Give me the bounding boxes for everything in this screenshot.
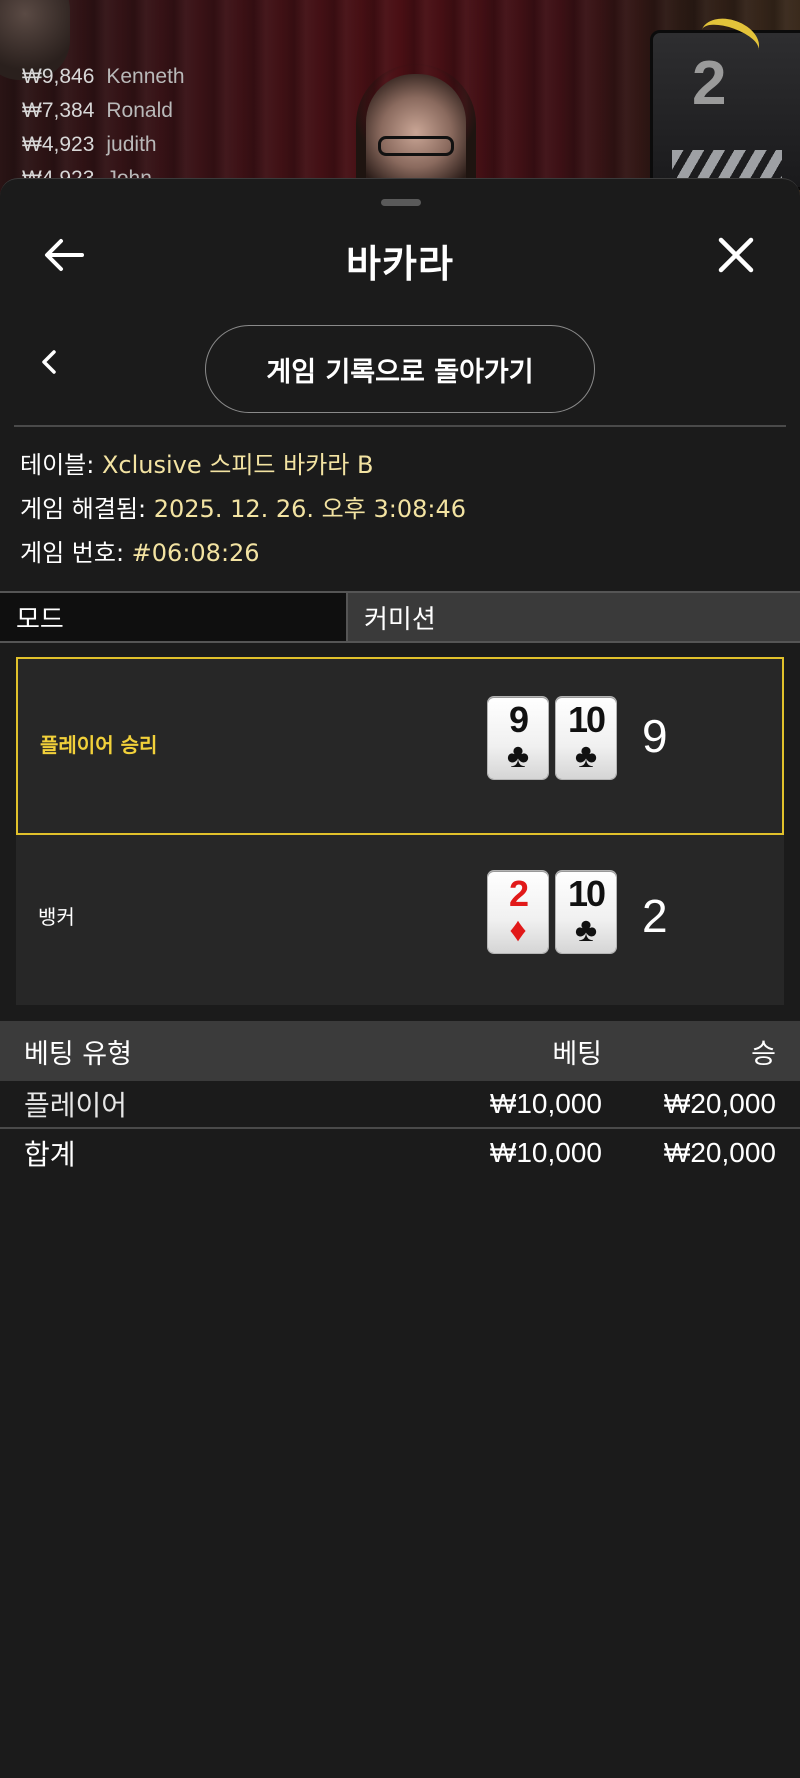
dealer-glasses xyxy=(378,136,454,156)
table-row: 플레이어 ₩10,000 ₩20,000 xyxy=(0,1081,800,1129)
back-to-history-button[interactable]: 게임 기록으로 돌아가기 xyxy=(205,325,595,413)
table-value: Xclusive 스피드 바카라 B xyxy=(101,451,374,479)
winner-row: ₩9,846 Kenneth xyxy=(22,60,185,94)
player-result-label: 플레이어 승리 xyxy=(40,733,158,757)
banker-result: 뱅커 2 ♦ 10 ♣ 2 xyxy=(16,835,784,1005)
mode-row: 모드 커미션 xyxy=(0,591,800,643)
screen-number: 2 xyxy=(692,49,727,118)
total-row: 합계 ₩10,000 ₩20,000 xyxy=(0,1129,800,1177)
winner-amount: ₩7,384 xyxy=(22,99,95,122)
resolved-label: 게임 해결됨: xyxy=(20,495,154,523)
close-button[interactable] xyxy=(706,225,766,285)
player-cards: 9 ♣ 10 ♣ xyxy=(488,697,616,779)
playing-card: 9 ♣ xyxy=(488,697,548,779)
drag-handle[interactable] xyxy=(381,199,421,206)
column-header-win: 승 xyxy=(751,1038,776,1070)
column-header-bet-type: 베팅 유형 xyxy=(24,1038,132,1070)
winners-list: ₩9,846 Kenneth ₩7,384 Ronald ₩4,923 judi… xyxy=(22,60,185,196)
club-icon: ♣ xyxy=(574,737,598,775)
diamond-icon: ♦ xyxy=(509,911,527,949)
resolved-value: 2025. 12. 26. 오후 3:08:46 xyxy=(153,495,466,523)
total-win: ₩20,000 xyxy=(663,1137,776,1168)
previous-button[interactable] xyxy=(26,339,72,385)
playing-card: 10 ♣ xyxy=(556,871,616,953)
winner-name: Ronald xyxy=(106,99,173,122)
banker-score: 2 xyxy=(642,890,668,942)
playing-card: 10 ♣ xyxy=(556,697,616,779)
table-label: 테이블: xyxy=(20,451,102,479)
bet-amount: ₩10,000 xyxy=(489,1088,602,1119)
page-title: 바카라 xyxy=(346,242,454,286)
screen-stripes xyxy=(672,150,782,180)
table-header: 베팅 유형 베팅 승 xyxy=(0,1021,800,1081)
game-detail-panel: 바카라 게임 기록으로 돌아가기 테이블: Xclusive 스피드 바카라 B… xyxy=(0,178,800,1778)
winner-name: judith xyxy=(106,133,157,156)
banker-cards: 2 ♦ 10 ♣ xyxy=(488,871,616,953)
total-label: 합계 xyxy=(24,1138,76,1171)
winner-row: ₩4,923 judith xyxy=(22,128,185,162)
card-rank: 9 xyxy=(508,699,529,740)
winner-amount: ₩9,846 xyxy=(22,65,95,88)
win-amount: ₩20,000 xyxy=(663,1088,776,1119)
winner-name: Kenneth xyxy=(106,65,185,88)
game-info: 테이블: Xclusive 스피드 바카라 B 게임 해결됨: 2025. 12… xyxy=(20,443,466,575)
game-number-info: 게임 번호: #06:08:26 xyxy=(20,531,466,575)
bets-table: 베팅 유형 베팅 승 플레이어 ₩10,000 ₩20,000 합계 ₩10,0… xyxy=(0,1021,800,1177)
mode-value: 커미션 xyxy=(348,593,800,641)
game-number-value: #06:08:26 xyxy=(131,539,260,567)
player-score: 9 xyxy=(642,710,668,762)
table-info: 테이블: Xclusive 스피드 바카라 B xyxy=(20,443,466,487)
close-icon xyxy=(718,237,754,273)
panel-header: 바카라 xyxy=(0,215,800,295)
card-rank: 10 xyxy=(567,873,606,914)
live-video-background: 2 ₩9,846 Kenneth ₩7,384 Ronald ₩4,923 ju… xyxy=(0,0,800,200)
column-header-bet: 베팅 xyxy=(552,1038,602,1070)
playing-card: 2 ♦ xyxy=(488,871,548,953)
club-icon: ♣ xyxy=(506,737,530,775)
resolved-info: 게임 해결됨: 2025. 12. 26. 오후 3:08:46 xyxy=(20,487,466,531)
winner-amount: ₩4,923 xyxy=(22,133,95,156)
total-bet: ₩10,000 xyxy=(489,1137,602,1168)
chevron-left-icon xyxy=(42,350,56,374)
card-rank: 2 xyxy=(508,873,529,914)
winner-row: ₩7,384 Ronald xyxy=(22,94,185,128)
mode-label: 모드 xyxy=(0,593,348,641)
player-result: 플레이어 승리 9 ♣ 10 ♣ 9 xyxy=(16,657,784,835)
bet-type: 플레이어 xyxy=(24,1089,128,1122)
card-rank: 10 xyxy=(567,699,606,740)
divider xyxy=(14,425,786,427)
club-icon: ♣ xyxy=(574,911,598,949)
banker-result-label: 뱅커 xyxy=(38,905,75,929)
game-number-label: 게임 번호: xyxy=(20,539,132,567)
sub-navigation: 게임 기록으로 돌아가기 xyxy=(0,325,800,415)
